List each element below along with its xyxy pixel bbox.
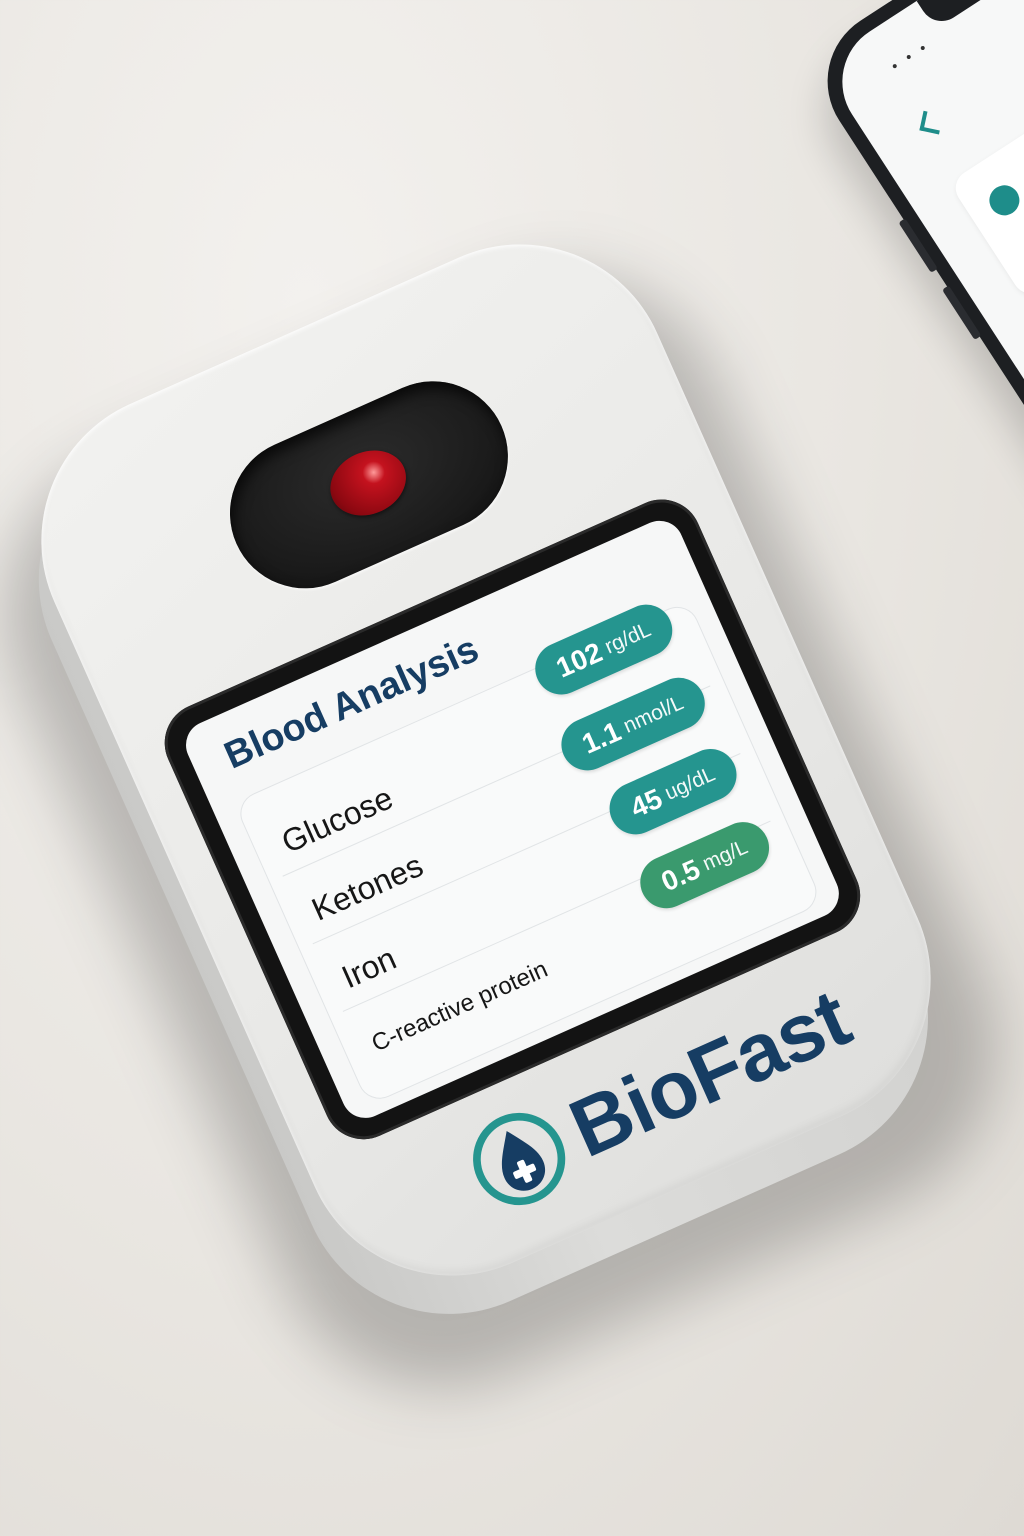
result-value: 45 bbox=[625, 782, 667, 824]
result-unit: nmol/L bbox=[619, 691, 687, 738]
phone-result-card[interactable] bbox=[948, 0, 1024, 301]
blood-analyzer-device: Blood Analysis 102 rg/dL Glucose 1.1 nmo… bbox=[0, 196, 979, 1362]
result-value: 1.1 bbox=[577, 715, 626, 760]
result-unit: mg/L bbox=[699, 835, 752, 876]
smartphone: • • • bbox=[800, 0, 1024, 748]
result-name: Iron bbox=[336, 939, 402, 996]
result-value: 102 bbox=[551, 636, 607, 684]
blood-drop-icon bbox=[319, 438, 417, 528]
status-circle-icon bbox=[983, 179, 1024, 222]
phone-screen: • • • bbox=[819, 0, 1024, 729]
chevron-left-icon[interactable] bbox=[919, 110, 944, 135]
result-unit: rg/dL bbox=[601, 618, 655, 659]
result-value: 0.5 bbox=[656, 853, 705, 898]
phone-status-indicator: • • • bbox=[887, 38, 933, 77]
result-unit: ug/dL bbox=[661, 762, 719, 805]
blood-drop-plus-icon bbox=[473, 1112, 566, 1206]
phone-notch bbox=[916, 0, 1024, 30]
